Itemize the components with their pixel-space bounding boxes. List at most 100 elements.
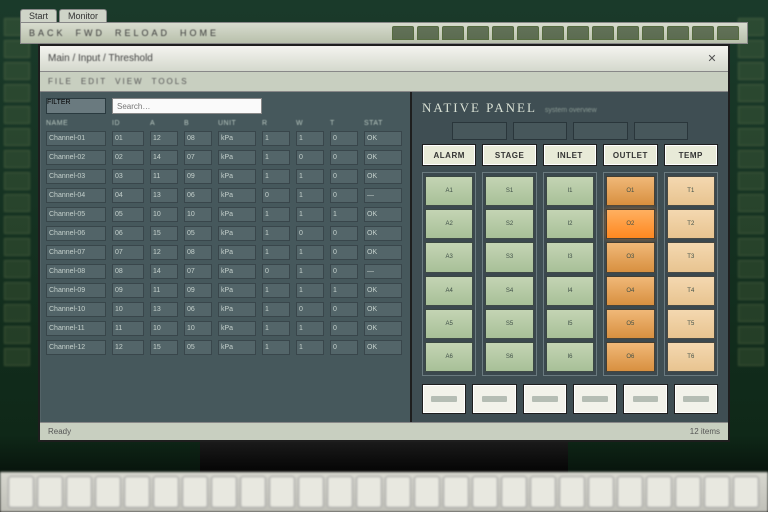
strip-mini-tab[interactable]	[417, 26, 439, 40]
strip-mini-tab[interactable]	[592, 26, 614, 40]
panel-cell[interactable]: I2	[546, 209, 594, 239]
grid-cell: OK	[364, 321, 402, 336]
panel-cell[interactable]: O1	[606, 176, 654, 206]
panel-cell[interactable]: S6	[485, 342, 533, 372]
grid-cell: 1	[262, 302, 290, 317]
panel-action-button[interactable]	[623, 384, 667, 414]
grid-column-header[interactable]: T	[330, 120, 358, 127]
search-input[interactable]	[112, 98, 262, 114]
table-row[interactable]: Channel-10101306kPa100OK	[46, 302, 404, 317]
panel-cell[interactable]: T3	[667, 242, 715, 272]
menu-tools[interactable]: TOOLS	[152, 77, 189, 86]
panel-header-inlet[interactable]: INLET	[543, 144, 597, 166]
grid-column-header[interactable]: STAT	[364, 120, 402, 127]
panel-cell[interactable]: A4	[425, 276, 473, 306]
grid-cell: 11	[150, 169, 178, 184]
panel-action-button[interactable]	[674, 384, 718, 414]
table-row[interactable]: Channel-11111010kPa110OK	[46, 321, 404, 336]
table-row[interactable]: Channel-06061505kPa100OK	[46, 226, 404, 241]
strip-mini-tab[interactable]	[717, 26, 739, 40]
table-row[interactable]: Channel-01011208kPa110OK	[46, 131, 404, 146]
panel-cell[interactable]: A3	[425, 242, 473, 272]
panel-cell[interactable]: A6	[425, 342, 473, 372]
panel-header-temp[interactable]: TEMP	[664, 144, 718, 166]
panel-action-button[interactable]	[472, 384, 516, 414]
strip-mini-tab[interactable]	[542, 26, 564, 40]
grid-column-header[interactable]: NAME	[46, 120, 106, 127]
panel-column: T1T2T3 T4T5T6	[664, 172, 718, 376]
table-row[interactable]: Channel-07071208kPa110OK	[46, 245, 404, 260]
panel-cell[interactable]: S5	[485, 309, 533, 339]
panel-action-button[interactable]	[422, 384, 466, 414]
panel-cell[interactable]: T5	[667, 309, 715, 339]
grid-column-header[interactable]: A	[150, 120, 178, 127]
grid-cell: Channel-07	[46, 245, 106, 260]
panel-cell[interactable]: A5	[425, 309, 473, 339]
table-row[interactable]: Channel-08081407kPa010—	[46, 264, 404, 279]
panel-cell[interactable]: T6	[667, 342, 715, 372]
panel-cell[interactable]: A1	[425, 176, 473, 206]
strip-mini-tab[interactable]	[517, 26, 539, 40]
strip-mini-tab[interactable]	[567, 26, 589, 40]
panel-action-button[interactable]	[573, 384, 617, 414]
strip-mini-tab[interactable]	[392, 26, 414, 40]
strip-mini-tab[interactable]	[467, 26, 489, 40]
grid-cell: 10	[184, 321, 212, 336]
panel-cell[interactable]: T2	[667, 209, 715, 239]
grid-cell: 1	[296, 340, 324, 355]
strip-mini-tab[interactable]	[442, 26, 464, 40]
panel-header-alarm[interactable]: ALARM	[422, 144, 476, 166]
panel-cell[interactable]: S2	[485, 209, 533, 239]
close-icon[interactable]: ✕	[704, 51, 720, 67]
panel-cell[interactable]: I4	[546, 276, 594, 306]
grid-cell: 02	[112, 150, 144, 165]
panel-cell[interactable]: A2	[425, 209, 473, 239]
panel-cell[interactable]: O3	[606, 242, 654, 272]
panel-cell[interactable]: I5	[546, 309, 594, 339]
nav-fwd[interactable]: FWD	[76, 28, 106, 38]
grid-column-header[interactable]: B	[184, 120, 212, 127]
panel-cell[interactable]: O2	[606, 209, 654, 239]
panel-header-stage[interactable]: STAGE	[482, 144, 536, 166]
tab-start[interactable]: Start	[20, 9, 57, 22]
grid-cell: 1	[330, 283, 358, 298]
nav-back[interactable]: BACK	[29, 28, 66, 38]
panel-cell[interactable]: S3	[485, 242, 533, 272]
table-row[interactable]: Channel-05051010kPa111OK	[46, 207, 404, 222]
grid-column-header[interactable]: R	[262, 120, 290, 127]
table-row[interactable]: Channel-12121505kPa110OK	[46, 340, 404, 355]
panel-cell[interactable]: I6	[546, 342, 594, 372]
grid-column-header[interactable]: UNIT	[218, 120, 256, 127]
filter-pill[interactable]: FILTER	[46, 98, 106, 114]
panel-cell[interactable]: I3	[546, 242, 594, 272]
menu-file[interactable]: FILE	[48, 77, 73, 86]
menu-edit[interactable]: EDIT	[81, 77, 107, 86]
table-row[interactable]: Channel-02021407kPa100OK	[46, 150, 404, 165]
grid-cell: Channel-11	[46, 321, 106, 336]
grid-cell: 10	[112, 302, 144, 317]
table-row[interactable]: Channel-03031109kPa110OK	[46, 169, 404, 184]
panel-cell[interactable]: O4	[606, 276, 654, 306]
panel-cell[interactable]: S4	[485, 276, 533, 306]
table-row[interactable]: Channel-09091109kPa111OK	[46, 283, 404, 298]
strip-mini-tab[interactable]	[492, 26, 514, 40]
strip-mini-tab[interactable]	[617, 26, 639, 40]
grid-column-header[interactable]: W	[296, 120, 324, 127]
nav-home[interactable]: HOME	[180, 28, 219, 38]
strip-mini-tab[interactable]	[667, 26, 689, 40]
panel-header-outlet[interactable]: OUTLET	[603, 144, 657, 166]
panel-cell[interactable]: T1	[667, 176, 715, 206]
panel-cell[interactable]: I1	[546, 176, 594, 206]
nav-reload[interactable]: RELOAD	[115, 28, 170, 38]
panel-cell[interactable]: O5	[606, 309, 654, 339]
grid-column-header[interactable]: ID	[112, 120, 144, 127]
strip-mini-tab[interactable]	[692, 26, 714, 40]
panel-cell[interactable]: O6	[606, 342, 654, 372]
panel-cell[interactable]: T4	[667, 276, 715, 306]
strip-mini-tab[interactable]	[642, 26, 664, 40]
panel-cell[interactable]: S1	[485, 176, 533, 206]
menu-view[interactable]: VIEW	[115, 77, 143, 86]
table-row[interactable]: Channel-04041306kPa010—	[46, 188, 404, 203]
panel-action-button[interactable]	[523, 384, 567, 414]
tab-monitor[interactable]: Monitor	[59, 9, 107, 22]
